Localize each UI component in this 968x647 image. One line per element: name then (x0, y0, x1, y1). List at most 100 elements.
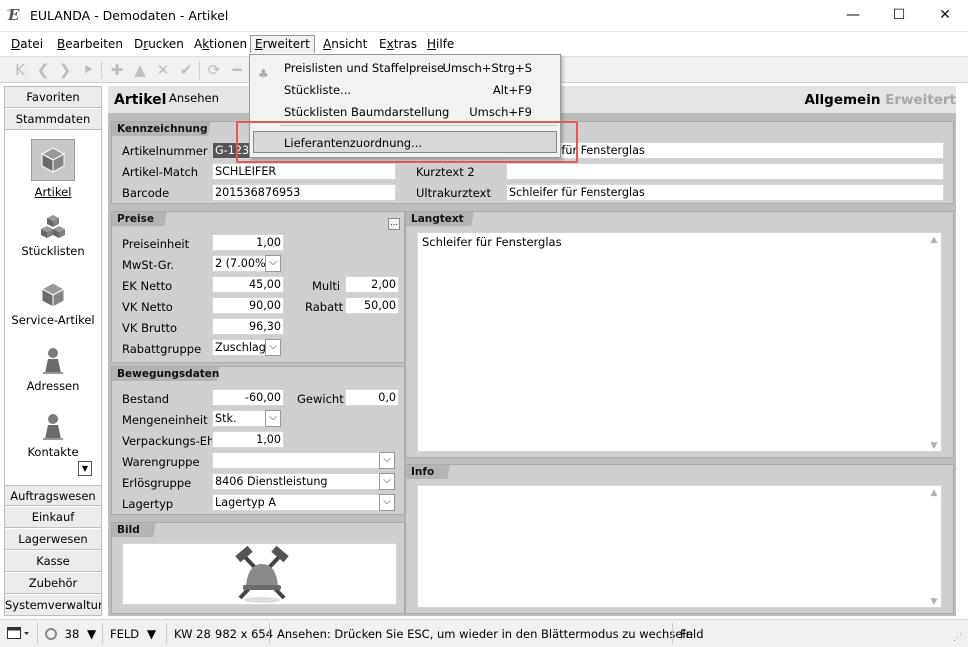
minimize-button[interactable]: — (830, 0, 876, 31)
bestand-field[interactable]: -60,00 (212, 389, 284, 406)
sidebar-item-label: Service-Artikel (11, 313, 95, 327)
sidebar-item-label: Artikel (34, 185, 72, 199)
sidebar-item-stuecklisten[interactable]: Stücklisten (5, 214, 101, 258)
sidebar-item-service-artikel[interactable]: Service-Artikel (5, 281, 101, 327)
lagertyp-select[interactable]: Lagertyp A (212, 494, 380, 511)
bild-image-frame[interactable] (122, 543, 397, 605)
mode-value: FELD (110, 627, 140, 641)
menu-ansicht[interactable]: Ansicht (319, 36, 371, 54)
artikel-match-field[interactable]: SCHLEIFER (212, 163, 396, 180)
preise-more-button[interactable]: … (388, 218, 400, 230)
delete-icon[interactable]: ✕ (153, 60, 173, 80)
zoom-control[interactable]: 38 ▼ (45, 626, 96, 642)
chevron-down-icon[interactable]: ⌵ (265, 255, 281, 272)
info-textarea[interactable]: ▲ ▼ (417, 485, 942, 608)
chevron-down-icon[interactable]: ⌵ (265, 339, 281, 356)
verpackungs-eh-label: Verpackungs-Eh (122, 434, 215, 448)
sidebar-tab-auftragswesen[interactable]: Auftragswesen (5, 485, 101, 506)
sidebar-item-label: Stücklisten (21, 244, 85, 258)
mengeneinheit-select[interactable]: Stk. (212, 410, 266, 427)
chevron-down-icon[interactable]: ⌵ (379, 494, 395, 511)
chevron-down-icon[interactable]: ⌵ (265, 410, 281, 427)
sidebar-tab-lagerwesen[interactable]: Lagerwesen (5, 529, 101, 550)
highlight-annotation (236, 121, 578, 163)
sidebar-item-adressen[interactable]: Adressen (5, 347, 101, 393)
maximize-button[interactable]: ☐ (876, 0, 922, 31)
menu-item-stueckliste[interactable]: Stückliste... Alt+F9 (250, 79, 560, 101)
menu-bar: Datei Bearbeiten Drucken Aktionen Erweit… (0, 33, 968, 55)
warengruppe-select[interactable] (212, 452, 380, 469)
sidebar-tab-zubehoer[interactable]: Zubehör (5, 573, 101, 594)
resize-grip-icon[interactable]: ⋰ (953, 630, 962, 646)
person-icon (43, 348, 63, 374)
sidebar-tab-kasse[interactable]: Kasse (5, 551, 101, 572)
tab-allgemein[interactable]: Allgemein (804, 92, 880, 108)
menu-item-stuecklisten-baum[interactable]: Stücklisten Baumdarstellung Umsch+F9 (250, 101, 560, 123)
sidebar-tab-einkauf[interactable]: Einkauf (5, 507, 101, 528)
chevron-down-icon[interactable]: ▼ (87, 627, 96, 641)
bewegungsdaten-panel: Bewegungsdaten Bestand -60,00 Gewicht 0,… (111, 366, 405, 515)
menu-aktionen[interactable]: Aktionen (190, 36, 251, 54)
confirm-icon[interactable]: ✔ (176, 60, 196, 80)
prev-record-icon[interactable]: ❮ (33, 60, 53, 80)
langtext-scrollbar[interactable]: ▲ ▼ (927, 233, 941, 451)
multi-label: Multi (312, 279, 341, 293)
sidebar-scroll-down-icon[interactable]: ▼ (78, 461, 92, 476)
zoom-value: 38 (64, 627, 80, 641)
status-divider (102, 623, 103, 644)
info-scrollbar[interactable]: ▲ ▼ (927, 486, 941, 607)
chevron-down-icon[interactable]: ⌵ (379, 452, 395, 469)
up-icon[interactable]: ▲ (130, 60, 150, 80)
content-area: Artikel Ansehen Allgemein Erweitert Kenn… (108, 86, 956, 616)
gewicht-label: Gewicht (297, 392, 344, 406)
panel-title: Preise (112, 212, 178, 226)
rabattgruppe-select[interactable]: Zuschlag (212, 339, 266, 356)
verpackungs-eh-field[interactable]: 1,00 (212, 431, 284, 448)
menu-item-preislisten[interactable]: ♣ Preislisten und Staffelpreise Umsch+St… (250, 57, 560, 81)
minus-icon[interactable]: ━ (227, 60, 247, 80)
menu-bearbeiten[interactable]: Bearbeiten (53, 36, 127, 54)
menu-datei[interactable]: Datei (7, 36, 47, 54)
tab-erweitert[interactable]: Erweitert (885, 92, 956, 108)
refresh-icon[interactable]: ⟳ (204, 60, 224, 80)
mwst-select[interactable]: 2 (7.00%) (212, 255, 266, 272)
menu-drucken[interactable]: Drucken (130, 36, 188, 54)
tools-helmet-icon (235, 546, 289, 603)
mode-control[interactable]: FELD ▼ (110, 626, 156, 642)
sidebar-item-artikel[interactable]: Artikel (5, 139, 101, 199)
vk-netto-field[interactable]: 90,00 (212, 297, 284, 314)
info-panel: Info ▲ ▼ (405, 464, 954, 614)
vk-brutto-field[interactable]: 96,30 (212, 318, 284, 335)
erloesgruppe-select[interactable]: 8406 Dienstleistung (212, 473, 380, 490)
sidebar-item-kontakte[interactable]: Kontakte (5, 413, 101, 459)
rabatt-field[interactable]: 50,00 (345, 297, 399, 314)
ek-netto-field[interactable]: 45,00 (212, 276, 284, 293)
menu-erweitert[interactable]: Erweitert (250, 35, 315, 53)
panel-title: Langtext (406, 212, 488, 226)
preiseinheit-field[interactable]: 1,00 (212, 234, 284, 251)
chevron-down-icon[interactable]: ⌵ (379, 473, 395, 490)
window-layout-icon[interactable] (7, 626, 31, 642)
next-record-icon[interactable]: ❯ (55, 60, 75, 80)
sidebar-tab-systemverwaltung[interactable]: Systemverwaltung (5, 595, 101, 616)
sidebar-item-label: Kontakte (27, 445, 79, 459)
vk-netto-label: VK Netto (122, 300, 173, 314)
ultrakurztext-field[interactable]: Schleifer für Fensterglas (506, 184, 944, 201)
chevron-down-icon[interactable]: ▼ (147, 627, 156, 641)
add-icon[interactable]: ✚ (107, 60, 127, 80)
sidebar-tab-favoriten[interactable]: Favoriten (5, 87, 101, 108)
close-button[interactable]: ✕ (922, 0, 968, 31)
status-divider (37, 623, 38, 644)
multi-field[interactable]: 2,00 (345, 276, 399, 293)
sidebar-tab-stammdaten[interactable]: Stammdaten (5, 109, 101, 130)
menu-hilfe[interactable]: Hilfe (423, 36, 458, 54)
last-record-icon[interactable]: ⯈ (78, 60, 98, 80)
status-divider (672, 623, 673, 644)
first-record-icon[interactable]: K (10, 60, 30, 80)
kurztext2-field[interactable] (506, 163, 944, 180)
langtext-textarea[interactable]: Schleifer für Fensterglas ▲ ▼ (417, 232, 942, 452)
barcode-field[interactable]: 201536876953 (212, 184, 396, 201)
menu-extras[interactable]: Extras (375, 36, 421, 54)
gewicht-field[interactable]: 0,0 (345, 389, 399, 406)
status-bar: 38 ▼ FELD ▼ KW 28 982 x 654 Ansehen: Drü… (0, 619, 968, 647)
